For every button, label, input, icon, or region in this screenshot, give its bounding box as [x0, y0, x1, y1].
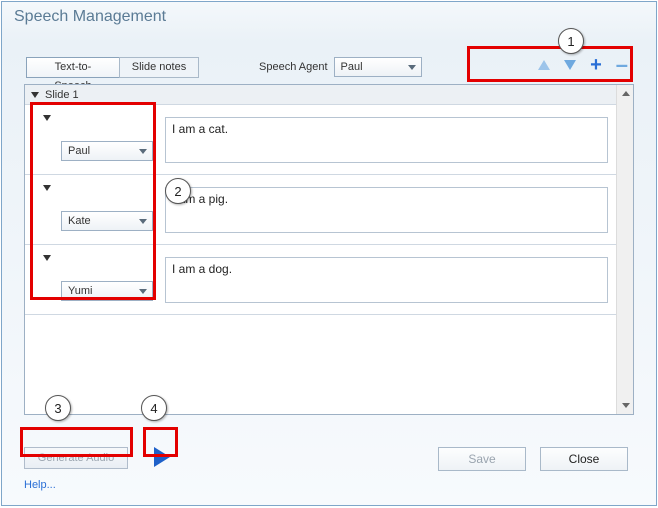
- speech-management-window: Speech Management Text-to-Speech Slide n…: [1, 1, 657, 506]
- chevron-down-icon[interactable]: [43, 255, 51, 261]
- entries-scroll: Slide 1 Paul Kate Yumi: [25, 85, 633, 414]
- chevron-down-icon: [31, 92, 39, 98]
- vertical-scrollbar[interactable]: [616, 85, 633, 414]
- generate-audio-button[interactable]: Generate Audio: [24, 447, 128, 469]
- speech-agent-label: Speech Agent: [259, 61, 328, 73]
- speech-agent-group: Speech Agent Paul: [259, 57, 422, 77]
- entries-list: Paul Kate Yumi: [25, 105, 616, 315]
- annotation-balloon: 3: [45, 395, 71, 421]
- annotation-balloon: 1: [558, 28, 584, 54]
- speech-entry: Kate: [25, 175, 616, 245]
- mode-tabs: Text-to-Speech Slide notes: [26, 57, 199, 78]
- entries-panel: Slide 1 Paul Kate Yumi: [24, 84, 634, 415]
- speech-entry: Paul: [25, 105, 616, 175]
- annotation-balloon: 2: [165, 178, 191, 204]
- order-controls: + –: [532, 53, 634, 77]
- speech-entry: Yumi: [25, 245, 616, 315]
- play-button[interactable]: [150, 445, 174, 469]
- window-title: Speech Management: [2, 2, 656, 36]
- chevron-down-icon[interactable]: [43, 115, 51, 121]
- slide-header[interactable]: Slide 1: [25, 85, 633, 105]
- speech-agent-select[interactable]: Paul: [334, 57, 422, 77]
- scroll-down-icon[interactable]: [617, 397, 634, 414]
- voice-select[interactable]: Paul: [61, 141, 153, 161]
- bottom-bar: Generate Audio Help... Save Close: [22, 429, 636, 491]
- annotation-balloon: 4: [141, 395, 167, 421]
- close-button[interactable]: Close: [540, 447, 628, 471]
- remove-icon[interactable]: –: [616, 56, 628, 74]
- tab-text-to-speech[interactable]: Text-to-Speech: [26, 57, 120, 78]
- help-link[interactable]: Help...: [24, 479, 56, 491]
- slide-header-label: Slide 1: [45, 89, 79, 101]
- move-down-icon[interactable]: [564, 60, 576, 70]
- speech-text-input[interactable]: [165, 257, 608, 303]
- voice-select[interactable]: Kate: [61, 211, 153, 231]
- move-up-icon[interactable]: [538, 60, 550, 70]
- voice-select[interactable]: Yumi: [61, 281, 153, 301]
- chevron-down-icon[interactable]: [43, 185, 51, 191]
- speech-text-input[interactable]: [165, 187, 608, 233]
- save-button[interactable]: Save: [438, 447, 526, 471]
- add-icon[interactable]: +: [590, 56, 602, 74]
- scroll-up-icon[interactable]: [617, 85, 634, 102]
- tab-slide-notes[interactable]: Slide notes: [119, 57, 199, 78]
- toolbar: Text-to-Speech Slide notes Speech Agent …: [26, 55, 634, 79]
- speech-text-input[interactable]: [165, 117, 608, 163]
- play-icon: [154, 447, 170, 467]
